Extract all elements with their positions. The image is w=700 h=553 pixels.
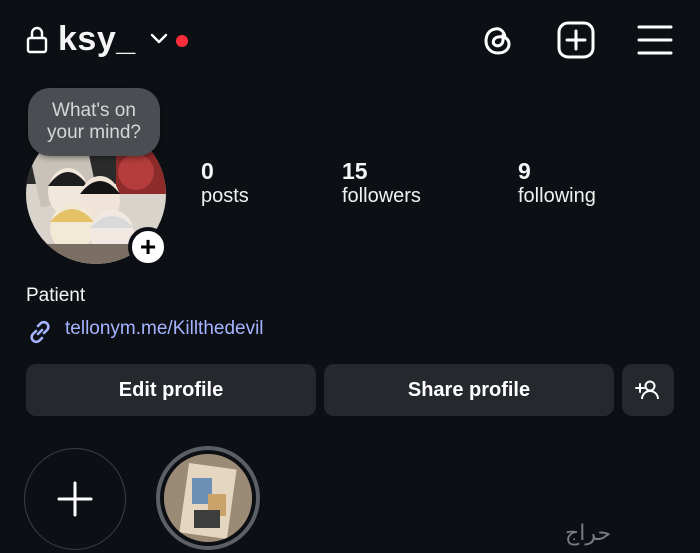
create-plus-icon[interactable] [556, 20, 596, 60]
stat-followers[interactable]: 15 followers [342, 158, 421, 208]
chevron-down-icon[interactable] [150, 32, 168, 46]
plus-icon [57, 481, 93, 517]
lock-icon [26, 26, 48, 54]
note-bubble[interactable]: What's on your mind? [28, 88, 160, 156]
stat-followers-label: followers [342, 185, 421, 207]
threads-icon[interactable] [478, 20, 518, 60]
profile-name: Patient [26, 285, 86, 306]
stat-following-label: following [518, 185, 596, 207]
stat-followers-count: 15 [342, 158, 368, 184]
story-highlight[interactable] [156, 446, 260, 550]
stat-following[interactable]: 9 following [518, 158, 596, 208]
bio-link[interactable]: tellonym.me/Killthedevil [65, 318, 264, 340]
share-profile-button[interactable]: Share profile [324, 364, 614, 416]
discover-people-button[interactable] [622, 364, 674, 416]
watermark-text: حراج [565, 520, 612, 545]
new-highlight-button[interactable] [24, 448, 126, 550]
stat-posts-count: 0 [201, 158, 214, 184]
edit-profile-button[interactable]: Edit profile [26, 364, 316, 416]
notification-dot [176, 35, 188, 47]
menu-icon[interactable] [636, 22, 674, 58]
share-profile-label: Share profile [407, 378, 531, 401]
add-person-icon [635, 380, 659, 400]
highlight-cover-image [164, 454, 252, 542]
username[interactable]: ksy_ [58, 20, 136, 59]
add-story-button[interactable]: + [128, 227, 168, 267]
stat-posts[interactable]: 0 posts [201, 158, 249, 208]
stat-posts-label: posts [201, 185, 249, 207]
plus-icon: + [139, 231, 157, 262]
stat-following-count: 9 [518, 158, 531, 184]
link-icon [30, 320, 50, 344]
edit-profile-label: Edit profile [118, 378, 224, 401]
note-text: What's on your mind? [47, 100, 141, 143]
highlight-cover [164, 454, 252, 542]
